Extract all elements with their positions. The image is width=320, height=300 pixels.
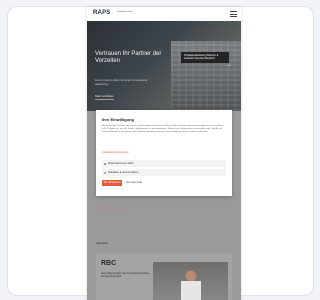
arrow-right-icon[interactable]: → [226, 62, 232, 68]
hero-tag: Projektentwicklung Wohnen & Gewerbe Neub… [181, 52, 229, 63]
site-logo[interactable]: RAPS [93, 10, 110, 16]
consent-option-label: Essenziell (immer aktiv) [108, 162, 134, 165]
news-card-logo: RBC [101, 260, 117, 267]
person-image [181, 268, 201, 300]
menu-icon[interactable] [230, 11, 237, 17]
about-link[interactable]: Mehr zum Unternehmen [96, 206, 128, 210]
essential-only-button[interactable]: Nur essenzielle [126, 180, 142, 186]
page-screenshot: RAPS Immobilien & Bau Vertrauen Ihr Part… [87, 7, 241, 300]
news-card[interactable]: RBC Neues Bauprojekt in der Innenstadt g… [96, 254, 232, 300]
hero-subtitle: Lorem ipsum dolor sit amet consectetur a… [95, 78, 148, 86]
radio-dot-icon [104, 162, 106, 165]
cookie-consent-dialog: Ihre Einwilligung Wir verwenden Cookies … [96, 110, 232, 196]
consent-option-label: Statistiken & externe Medien [108, 171, 139, 174]
dialog-title: Ihre Einwilligung [102, 117, 134, 122]
radio-dot-icon [104, 171, 106, 174]
news-card-photo [153, 262, 228, 300]
consent-option-essential[interactable]: Essenziell (immer aktiv) [102, 160, 226, 167]
site-logo-subtitle: Immobilien & Bau [117, 11, 133, 13]
dialog-text: Wir verwenden Cookies und ähnliche Techn… [102, 125, 224, 133]
news-card-text: Neues Bauprojekt in der Innenstadt gesta… [101, 272, 151, 279]
individual-settings-link[interactable]: Individuelle Einstellungen [102, 151, 129, 154]
hero-title: Vertrauen Ihr Partner der Vorzeiten [95, 51, 162, 64]
news-heading: Aktuelles [96, 241, 109, 245]
site-header: RAPS Immobilien & Bau [87, 7, 241, 22]
hero-section: Vertrauen Ihr Partner der Vorzeiten Lore… [87, 21, 241, 111]
hero-button[interactable]: Mehr erfahren [95, 94, 114, 100]
consent-option-statistics[interactable]: Statistiken & externe Medien [102, 169, 226, 176]
accept-all-button[interactable]: Alle akzeptieren [102, 180, 122, 186]
